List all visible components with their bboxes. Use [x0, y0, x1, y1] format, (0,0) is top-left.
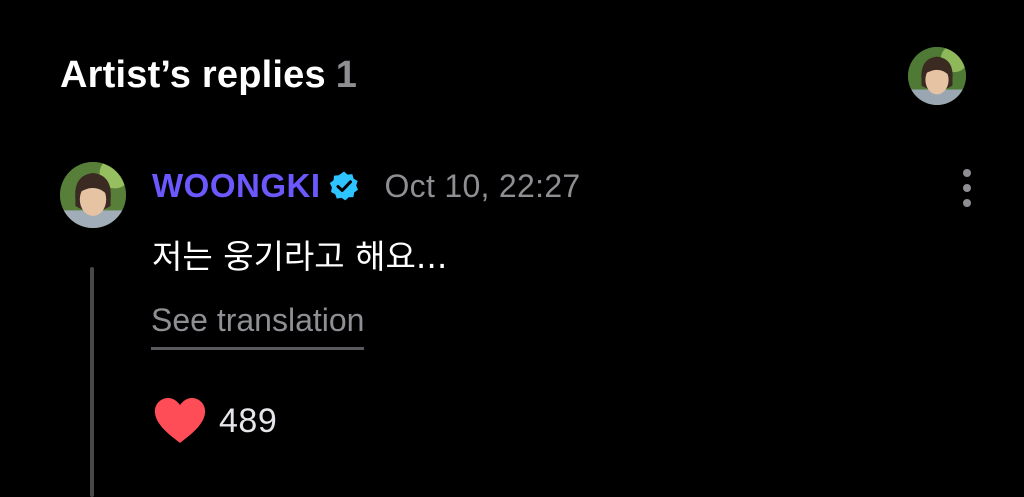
artist-avatar[interactable]: [908, 47, 966, 105]
artist-avatar-image: [908, 47, 966, 105]
see-translation-link[interactable]: See translation: [151, 302, 365, 350]
reply-header: WOONGKI Oct 10, 22:27: [152, 166, 581, 206]
page-title: Artist’s replies 1: [60, 54, 357, 97]
reply-timestamp: Oct 10, 22:27: [384, 167, 581, 204]
thread-line: [90, 267, 94, 497]
more-options-button[interactable]: [954, 166, 980, 210]
author-name[interactable]: WOONGKI: [152, 167, 320, 205]
author-avatar[interactable]: [60, 162, 126, 228]
author-avatar-image: [60, 162, 126, 228]
reply-message: 저는 웅기라고 해요...: [152, 237, 448, 276]
like-row: 489: [153, 396, 277, 446]
heart-icon[interactable]: [153, 397, 207, 445]
verified-badge-icon: [328, 170, 360, 202]
page-title-label: Artist’s replies: [60, 54, 326, 96]
reply-count: 1: [335, 54, 358, 96]
like-count: 489: [219, 401, 278, 440]
more-vertical-icon: [963, 169, 971, 177]
